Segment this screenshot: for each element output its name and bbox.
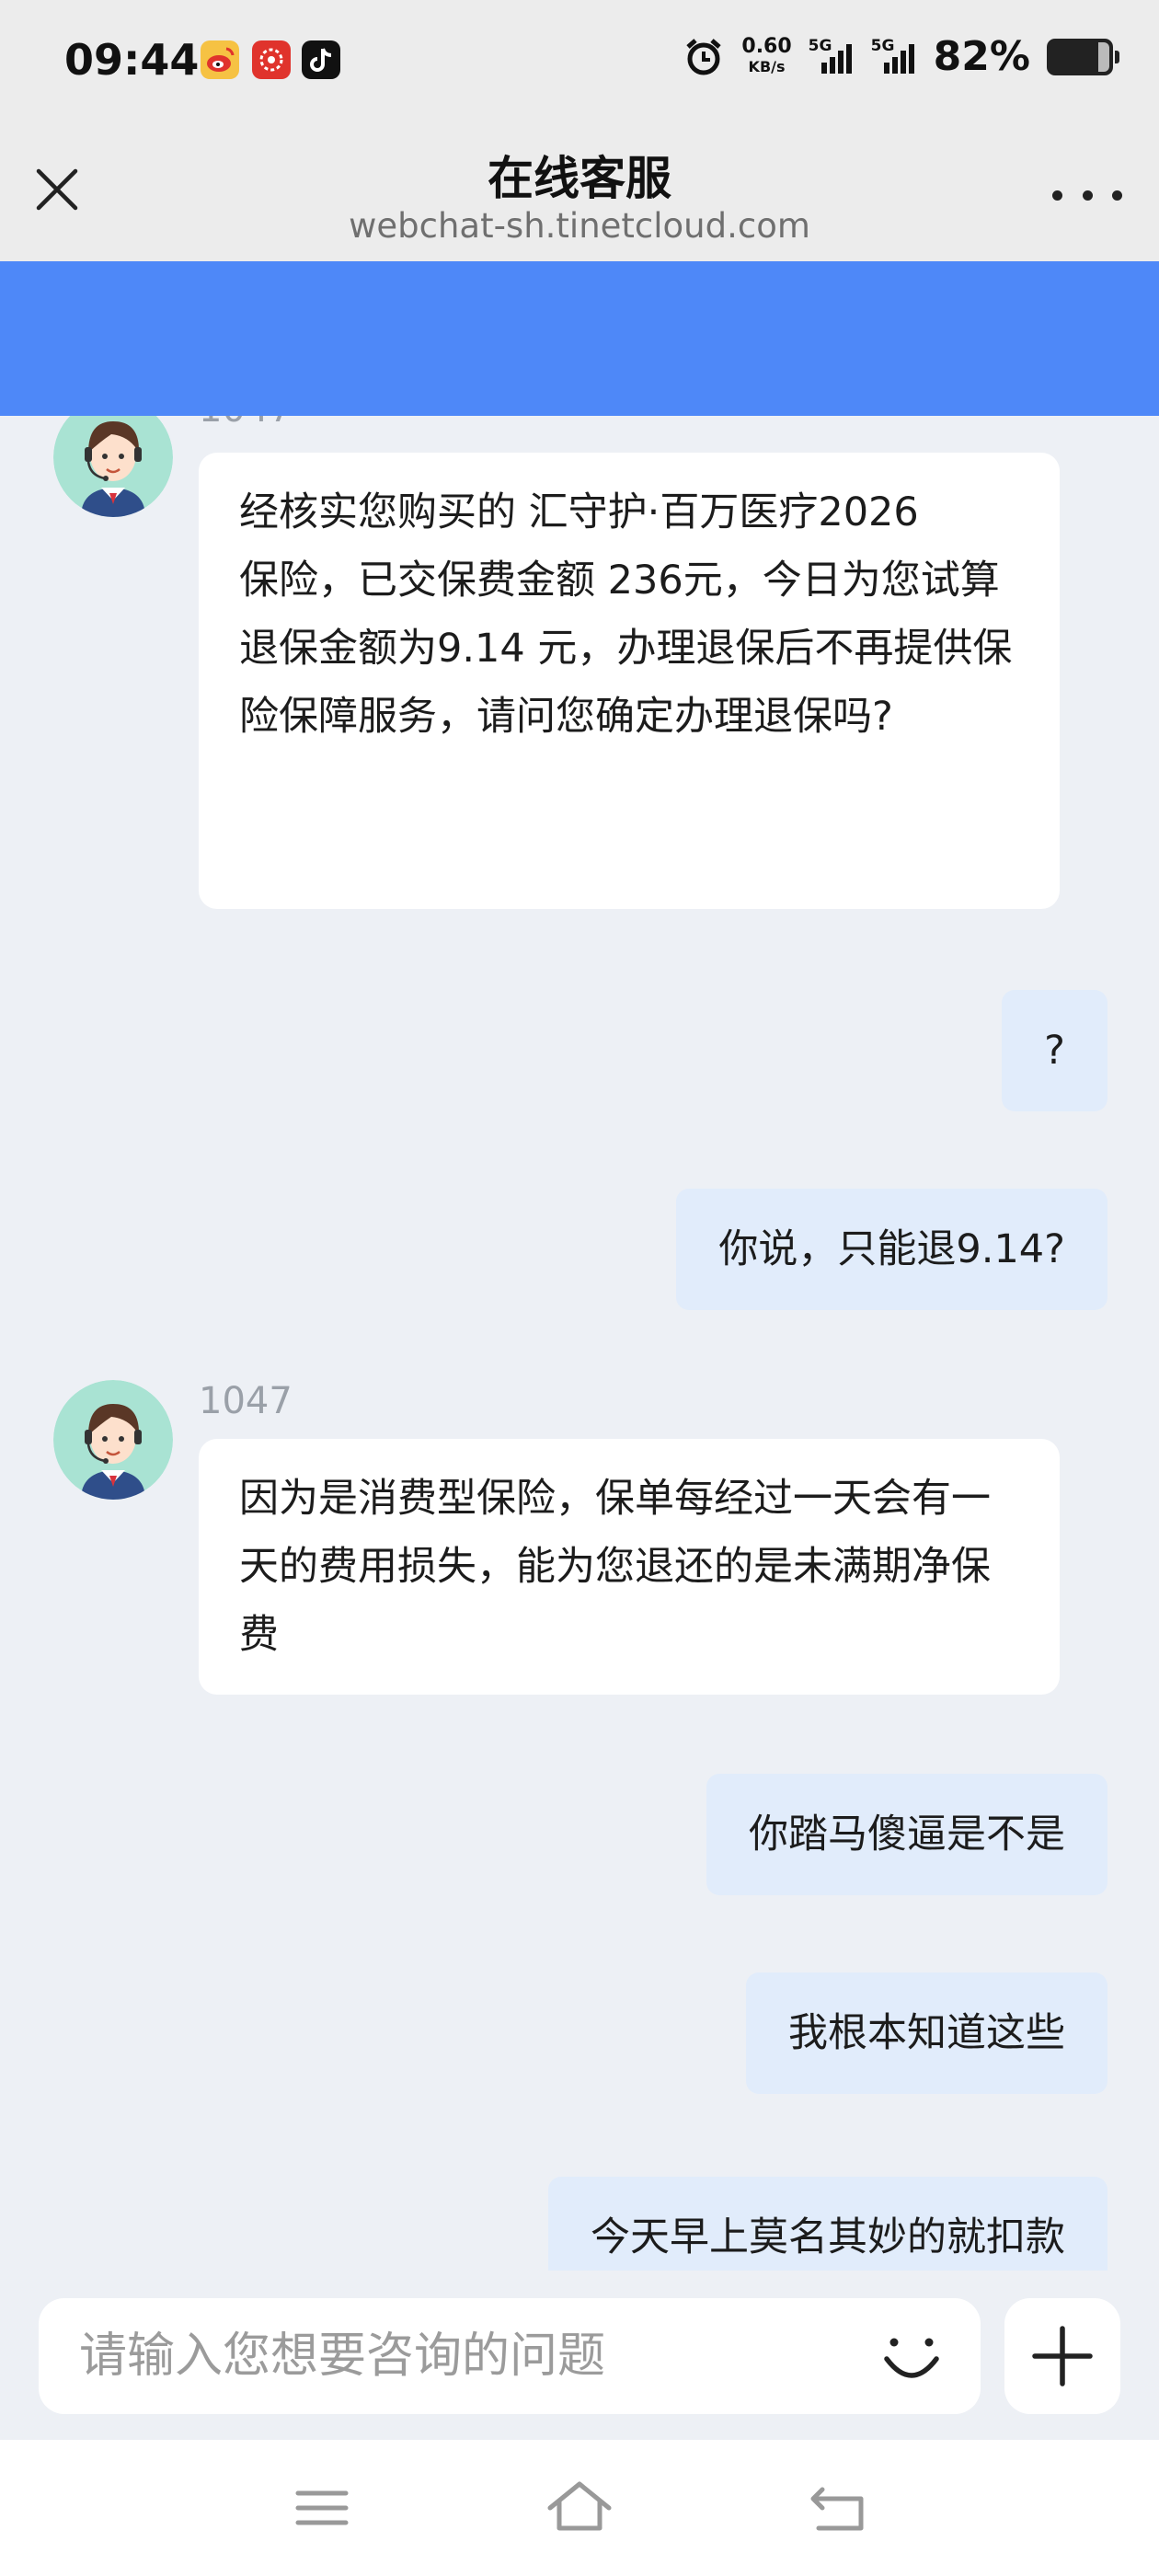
page-url: webchat-sh.tinetcloud.com bbox=[349, 206, 810, 246]
system-nav-bar bbox=[0, 2440, 1159, 2576]
chat-area[interactable]: 1047 经核实您购买的 汇守护·百万医疗2026 保险，已交保费金额 236元… bbox=[0, 416, 1159, 2271]
user-message: 你踏马傻逼是不是 bbox=[706, 1774, 1107, 1895]
agent-avatar bbox=[53, 416, 173, 517]
status-bar: 09:44 0.60 KB/s 5G 5G 82% bbox=[0, 0, 1159, 121]
chat-banner bbox=[0, 261, 1159, 416]
signal-bars-icon bbox=[820, 43, 852, 74]
nav-home-button[interactable] bbox=[543, 2471, 616, 2545]
tiktok-icon bbox=[302, 40, 340, 79]
signal-1: 5G bbox=[809, 37, 855, 75]
nav-back-button[interactable] bbox=[800, 2471, 874, 2545]
news-app-icon bbox=[252, 40, 291, 79]
home-icon bbox=[547, 2481, 612, 2531]
plus-button[interactable] bbox=[1004, 2298, 1120, 2414]
agent-avatar bbox=[53, 1380, 173, 1500]
plus-icon bbox=[1032, 2326, 1093, 2386]
weibo-icon bbox=[201, 40, 239, 79]
back-icon bbox=[810, 2487, 864, 2531]
alarm-icon bbox=[686, 38, 722, 75]
user-message: 今天早上莫名其妙的就扣款 bbox=[548, 2177, 1107, 2271]
agent-message: 经核实您购买的 汇守护·百万医疗2026 保险，已交保费金额 236元，今日为您… bbox=[199, 453, 1060, 909]
user-message: 我根本知道这些 bbox=[746, 1972, 1107, 2094]
agent-message: 因为是消费型保险，保单每经过一天会有一天的费用损失，能为您退还的是未满期净保费 bbox=[199, 1439, 1060, 1695]
more-button[interactable] bbox=[1052, 177, 1122, 213]
signal-2: 5G bbox=[871, 37, 917, 75]
more-icon bbox=[1052, 190, 1062, 201]
nav-menu-button[interactable] bbox=[285, 2471, 359, 2545]
status-time: 09:44 bbox=[64, 35, 200, 85]
page-title: 在线客服 bbox=[488, 152, 671, 205]
input-bar: 请输入您想要咨询的问题 bbox=[0, 2271, 1159, 2440]
agent-name: 1047 bbox=[199, 416, 293, 431]
input-placeholder: 请输入您想要咨询的问题 bbox=[79, 2329, 606, 2384]
status-indicators: 0.60 KB/s 5G 5G 82% bbox=[683, 33, 1119, 80]
user-message: ? bbox=[1002, 990, 1107, 1111]
agent-name: 1047 bbox=[199, 1380, 293, 1422]
user-message: 你说，只能退9.14? bbox=[676, 1189, 1107, 1310]
battery-percent: 82% bbox=[933, 33, 1030, 80]
battery-icon bbox=[1047, 38, 1119, 75]
message-input[interactable]: 请输入您想要咨询的问题 bbox=[39, 2298, 981, 2414]
emoji-button[interactable] bbox=[879, 2326, 944, 2390]
smiley-icon bbox=[884, 2338, 939, 2378]
menu-icon bbox=[295, 2490, 349, 2525]
network-speed: 0.60 KB/s bbox=[741, 34, 792, 75]
title-bar: 在线客服 webchat-sh.tinetcloud.com bbox=[0, 121, 1159, 261]
signal-bars-icon bbox=[883, 43, 914, 74]
